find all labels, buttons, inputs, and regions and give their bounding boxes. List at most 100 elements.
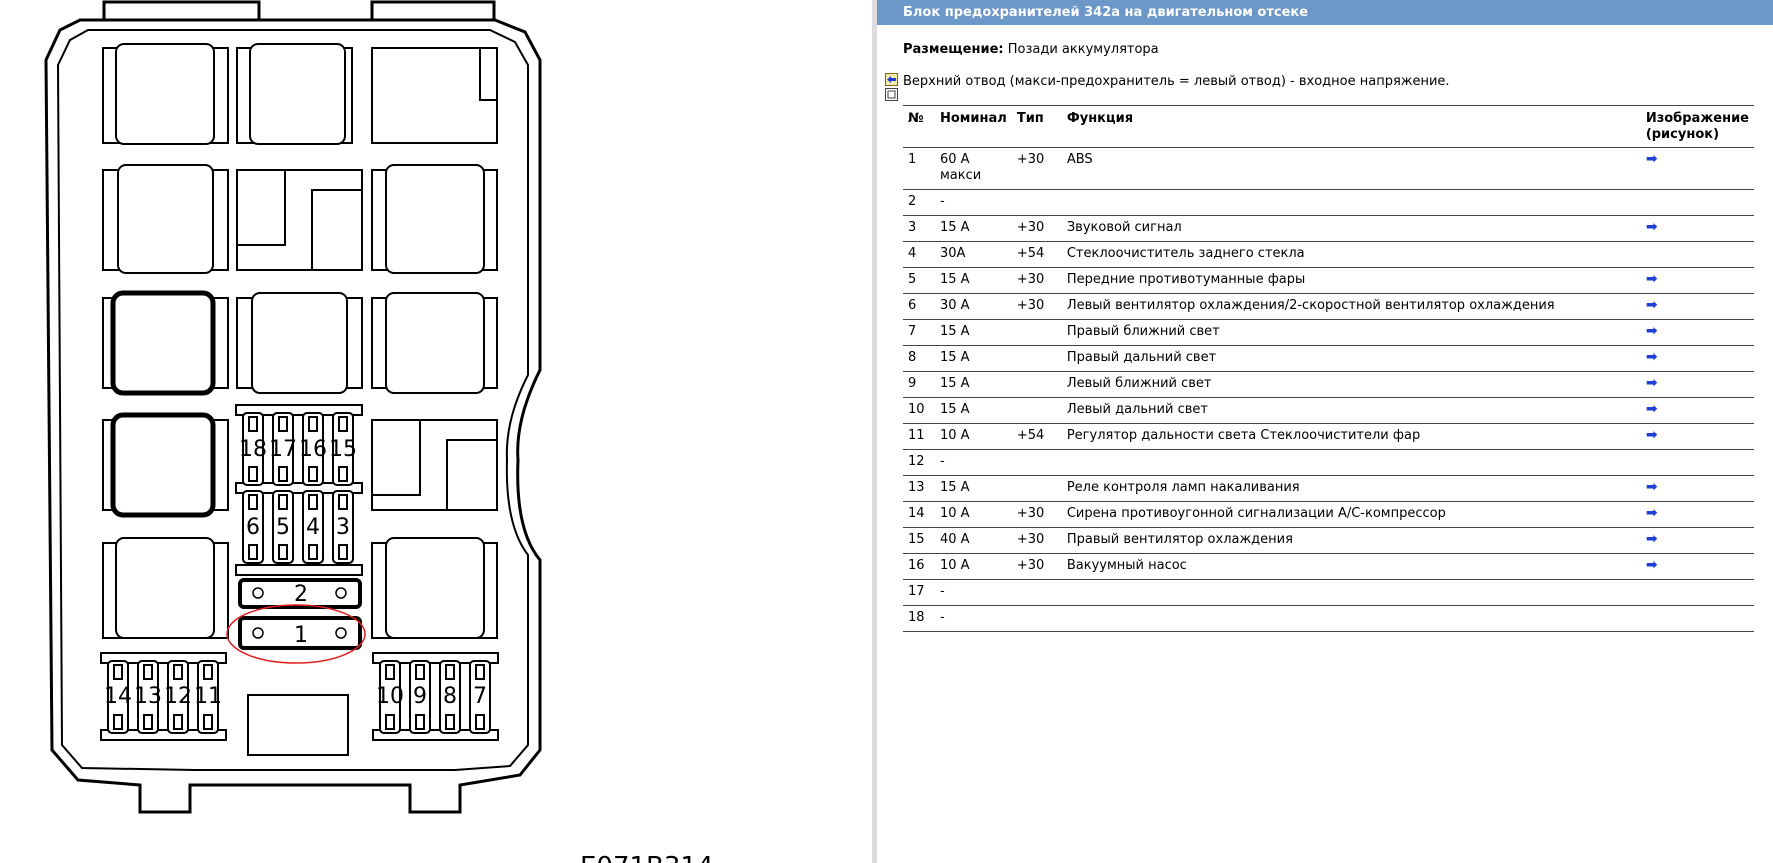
table-header-row: № Номинал Тип Функция Изображение (рисун… bbox=[903, 105, 1754, 148]
fuse-function-cell: ABS bbox=[1061, 147, 1641, 190]
fuse-number-cell: 9 bbox=[903, 371, 935, 398]
blue-right-arrow-icon[interactable]: ➡ bbox=[1646, 349, 1658, 365]
fuse-label-1: 1 bbox=[294, 623, 308, 648]
fuse-type-cell bbox=[1011, 605, 1062, 632]
fuse-image-cell: ➡ bbox=[1640, 345, 1754, 372]
input-voltage-note: Верхний отвод (макси-предохранитель = ле… bbox=[903, 74, 1450, 89]
fuse-function-cell: Левый ближний свет bbox=[1061, 371, 1641, 398]
fuse-rating-cell: 30 А bbox=[935, 293, 1012, 320]
table-row: 12- bbox=[903, 449, 1754, 476]
fuse-image-cell: ➡ bbox=[1640, 267, 1754, 294]
blue-right-arrow-icon[interactable]: ➡ bbox=[1646, 151, 1658, 167]
top-tab-left bbox=[102, 0, 261, 22]
table-row: 15 40 А +30 Правый вентилятор охлаждения ➡ bbox=[903, 527, 1754, 554]
fuse-type-cell bbox=[1011, 579, 1062, 606]
fuse-image-cell bbox=[1640, 605, 1754, 632]
fuse-number-cell: 6 bbox=[903, 293, 935, 320]
fuse-rating-cell: 15 А bbox=[935, 475, 1012, 502]
fuse-image-cell: ➡ bbox=[1640, 475, 1754, 502]
fuse-label: 3 bbox=[336, 515, 350, 540]
fuse-type-cell bbox=[1011, 319, 1062, 346]
fuse-number-cell: 5 bbox=[903, 267, 935, 294]
fuse-label: 14 bbox=[104, 684, 132, 709]
table-row: 1 60 А макси +30 ABS ➡ bbox=[903, 147, 1754, 190]
top-tab-right bbox=[370, 0, 496, 22]
blue-right-arrow-icon[interactable]: ➡ bbox=[1646, 479, 1658, 495]
col-header-rating: Номинал bbox=[935, 105, 1012, 148]
fuse-function-cell: Передние противотуманные фары bbox=[1061, 267, 1641, 294]
placement-line: Размещение: Позади аккумулятора bbox=[903, 42, 1159, 57]
table-row: 17- bbox=[903, 579, 1754, 606]
fuse-number-cell: 3 bbox=[903, 215, 935, 242]
fuse-function-cell: Сирена противоугонной сигнализации A/C-к… bbox=[1061, 501, 1641, 528]
back-arrow-icon[interactable] bbox=[885, 73, 898, 86]
fuse-label: 18 bbox=[239, 437, 267, 462]
fuse-label: 8 bbox=[443, 684, 457, 709]
fuse-rating-cell: 40 А bbox=[935, 527, 1012, 554]
fuse-image-cell: ➡ bbox=[1640, 147, 1754, 190]
blue-right-arrow-icon[interactable]: ➡ bbox=[1646, 297, 1658, 313]
fuse-number-cell: 2 bbox=[903, 189, 935, 216]
fuse-rating-cell: - bbox=[935, 579, 1012, 606]
fuse-type-cell bbox=[1011, 189, 1062, 216]
blue-right-arrow-icon[interactable]: ➡ bbox=[1646, 427, 1658, 443]
blue-right-arrow-icon[interactable]: ➡ bbox=[1646, 401, 1658, 417]
blue-right-arrow-icon[interactable]: ➡ bbox=[1646, 375, 1658, 391]
col-header-type: Тип bbox=[1011, 105, 1062, 148]
fuse-function-cell: Правый дальний свет bbox=[1061, 345, 1641, 372]
fuse-function-cell: Вакуумный насос bbox=[1061, 553, 1641, 580]
fuse-table: № Номинал Тип Функция Изображение (рисун… bbox=[903, 105, 1754, 632]
fuse-function-cell bbox=[1061, 449, 1641, 476]
fuse-label: 13 bbox=[134, 684, 162, 709]
blue-right-arrow-icon[interactable]: ➡ bbox=[1646, 271, 1658, 287]
document-icon[interactable] bbox=[885, 88, 898, 101]
fuse-type-cell bbox=[1011, 345, 1062, 372]
fuse-type-cell: +30 bbox=[1011, 215, 1062, 242]
fuse-type-cell: +30 bbox=[1011, 293, 1062, 320]
fuse-type-cell bbox=[1011, 449, 1062, 476]
fuse-function-cell: Регулятор дальности света Стеклоочистите… bbox=[1061, 423, 1641, 450]
fuse-image-cell: ➡ bbox=[1640, 293, 1754, 320]
fuse-image-cell: ➡ bbox=[1640, 501, 1754, 528]
blue-right-arrow-icon[interactable]: ➡ bbox=[1646, 505, 1658, 521]
blue-right-arrow-icon[interactable]: ➡ bbox=[1646, 323, 1658, 339]
table-row: 16 10 А +30 Вакуумный насос ➡ bbox=[903, 553, 1754, 580]
fuse-type-cell bbox=[1011, 371, 1062, 398]
fuse-rating-cell: 30А bbox=[935, 241, 1012, 268]
table-row: 4 30А +54 Стеклоочиститель заднего стекла bbox=[903, 241, 1754, 268]
fuse-number-cell: 16 bbox=[903, 553, 935, 580]
fuse-number-cell: 14 bbox=[903, 501, 935, 528]
fuse-image-cell: ➡ bbox=[1640, 371, 1754, 398]
fuse-label: 17 bbox=[269, 437, 297, 462]
fuse-function-cell: Левый вентилятор охлаждения/2-скоростной… bbox=[1061, 293, 1641, 320]
table-row: 13 15 А Реле контроля ламп накаливания ➡ bbox=[903, 475, 1754, 502]
table-row: 9 15 А Левый ближний свет ➡ bbox=[903, 371, 1754, 398]
fuse-number-cell: 15 bbox=[903, 527, 935, 554]
fuse-rating-cell: 10 А bbox=[935, 501, 1012, 528]
fuse-function-cell: Стеклоочиститель заднего стекла bbox=[1061, 241, 1641, 268]
fuse-function-cell: Правый вентилятор охлаждения bbox=[1061, 527, 1641, 554]
fuse-type-cell: +30 bbox=[1011, 147, 1062, 190]
table-row: 11 10 А +54 Регулятор дальности света Стекл… bbox=[903, 423, 1754, 450]
blue-right-arrow-icon[interactable]: ➡ bbox=[1646, 219, 1658, 235]
fuse-label: 6 bbox=[246, 515, 260, 540]
blue-right-arrow-icon[interactable]: ➡ bbox=[1646, 531, 1658, 547]
table-row: 14 10 А +30 Сирена противоугонной сигнализа… bbox=[903, 501, 1754, 528]
fuse-function-cell bbox=[1061, 579, 1641, 606]
table-row: 8 15 А Правый дальний свет ➡ bbox=[903, 345, 1754, 372]
fuse-number-cell: 4 bbox=[903, 241, 935, 268]
blue-right-arrow-icon[interactable]: ➡ bbox=[1646, 557, 1658, 573]
fuse-rating-cell: - bbox=[935, 605, 1012, 632]
fuse-function-cell bbox=[1061, 189, 1641, 216]
placement-value: Позади аккумулятора bbox=[1007, 42, 1159, 57]
fuse-image-cell bbox=[1640, 449, 1754, 476]
fuse-image-cell: ➡ bbox=[1640, 527, 1754, 554]
table-row: 6 30 А +30 Левый вентилятор охлаждения/2-ск… bbox=[903, 293, 1754, 320]
fuse-function-cell: Реле контроля ламп накаливания bbox=[1061, 475, 1641, 502]
fuse-type-cell: +30 bbox=[1011, 553, 1062, 580]
fuse-rating-cell: 60 А макси bbox=[935, 147, 1012, 190]
fuse-image-cell bbox=[1640, 189, 1754, 216]
fuse-type-cell: +54 bbox=[1011, 423, 1062, 450]
col-header-image: Изображение (рисунок) bbox=[1640, 105, 1754, 148]
table-row: 7 15 А Правый ближний свет ➡ bbox=[903, 319, 1754, 346]
